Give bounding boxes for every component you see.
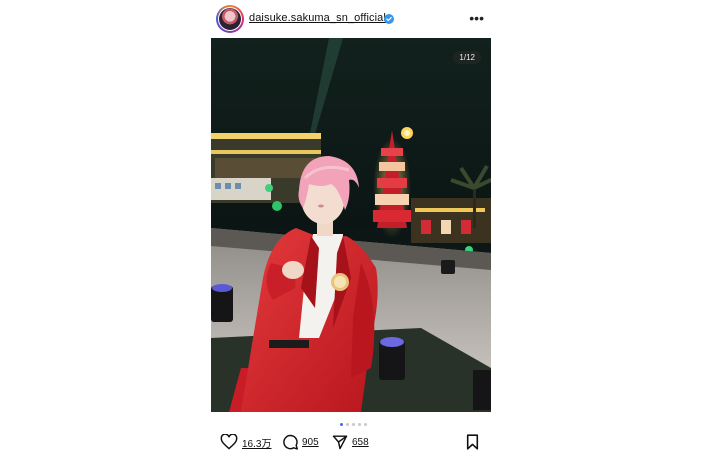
photo-scene [211,38,491,412]
verified-badge-icon [384,14,394,24]
heart-icon [220,434,238,450]
carousel-dot [352,422,355,426]
comment-count[interactable]: 905 [302,437,319,448]
instagram-post: daisuke.sakuma_sn_official ••• 1/12 16.3… [0,0,702,457]
like-count[interactable]: 16.3万 [242,435,271,450]
like-button[interactable]: 16.3万 [220,434,271,450]
comment-button[interactable]: 905 [282,434,319,450]
post-photo[interactable]: 1/12 [211,38,491,412]
more-options-icon[interactable]: ••• [469,10,484,26]
carousel-dot [364,422,367,426]
send-icon [332,435,348,450]
avatar-photo [219,8,241,30]
post-actions: 16.3万 905 658 [212,430,494,454]
carousel-dot [358,422,361,426]
username-link[interactable]: daisuke.sakuma_sn_official [249,12,386,24]
avatar[interactable] [216,5,244,33]
avatar-ring [218,7,242,31]
carousel-indicator [340,421,370,427]
bookmark-icon [466,434,479,450]
save-button[interactable] [466,434,479,450]
carousel-dot [346,422,349,426]
carousel-dot-active [340,422,343,426]
share-button[interactable]: 658 [332,434,369,450]
post-header: daisuke.sakuma_sn_official ••• [212,4,494,34]
comment-icon [283,434,298,450]
share-count[interactable]: 658 [352,437,369,448]
slide-counter: 1/12 [453,51,481,64]
